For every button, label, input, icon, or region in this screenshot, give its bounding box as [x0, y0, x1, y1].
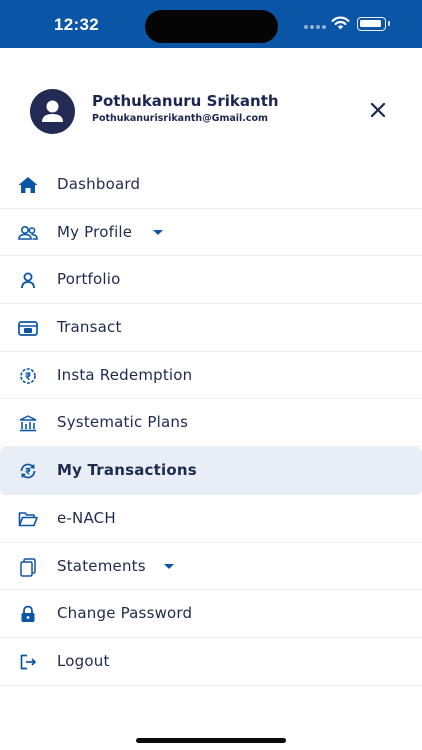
documents-icon [20, 557, 36, 577]
menu-label: e-NACH [57, 508, 116, 527]
person-icon [21, 272, 35, 289]
battery-tip [388, 21, 390, 26]
menu-label: My Transactions [57, 461, 197, 480]
menu-item-insta-redemption[interactable]: Insta Redemption [0, 352, 422, 400]
menu-label: Change Password [57, 604, 193, 623]
menu-item-statements[interactable]: Statements [0, 543, 422, 591]
menu-item-transact[interactable]: Transact [0, 304, 422, 352]
wifi-icon [331, 16, 350, 30]
menu-label: Systematic Plans [57, 413, 189, 432]
menu-label: Transact [57, 318, 122, 337]
users-icon [18, 225, 38, 240]
chevron-down-icon[interactable] [153, 229, 163, 235]
close-icon [370, 102, 386, 118]
nav-menu: Dashboard My Profile Portfolio Transact [0, 161, 422, 686]
menu-label: Logout [57, 651, 110, 670]
avatar[interactable] [30, 89, 75, 134]
bank-chart-icon [19, 415, 37, 432]
menu-item-my-profile[interactable]: My Profile [0, 209, 422, 257]
status-bar: 12:32 [0, 0, 422, 48]
menu-item-systematic-plans[interactable]: Systematic Plans [0, 399, 422, 448]
lock-icon [21, 605, 35, 623]
battery-icon [357, 17, 386, 31]
menu-label: Portfolio [57, 270, 121, 289]
chevron-down-icon[interactable] [164, 563, 174, 569]
user-name: Pothukanuru Srikanth [92, 92, 279, 110]
menu-item-my-transactions[interactable]: My Transactions [0, 447, 422, 495]
menu-item-change-password[interactable]: Change Password [0, 590, 422, 638]
close-button[interactable] [366, 98, 390, 122]
user-icon [42, 100, 63, 122]
user-email: Pothukanurisrikanth@Gmail.com [92, 113, 268, 124]
cellular-signal-icon [304, 25, 328, 29]
rupee-cycle-icon [20, 367, 36, 384]
menu-item-portfolio[interactable]: Portfolio [0, 256, 422, 305]
menu-item-dashboard[interactable]: Dashboard [0, 161, 422, 209]
menu-label: My Profile [57, 222, 133, 241]
cash-register-icon [18, 321, 38, 336]
menu-label: Statements [57, 556, 146, 575]
rupee-refresh-icon [20, 463, 36, 479]
home-icon [18, 177, 38, 193]
menu-item-e-nach[interactable]: e-NACH [0, 495, 422, 543]
menu-label: Insta Redemption [57, 365, 193, 384]
folder-open-icon [18, 512, 38, 527]
menu-label: Dashboard [57, 175, 141, 193]
dynamic-island [145, 10, 278, 43]
home-indicator[interactable] [136, 738, 286, 743]
status-time: 12:32 [54, 15, 99, 34]
menu-item-logout[interactable]: Logout [0, 638, 422, 686]
profile-header: Pothukanuru Srikanth Pothukanurisrikanth… [0, 72, 422, 142]
logout-icon [20, 654, 36, 670]
